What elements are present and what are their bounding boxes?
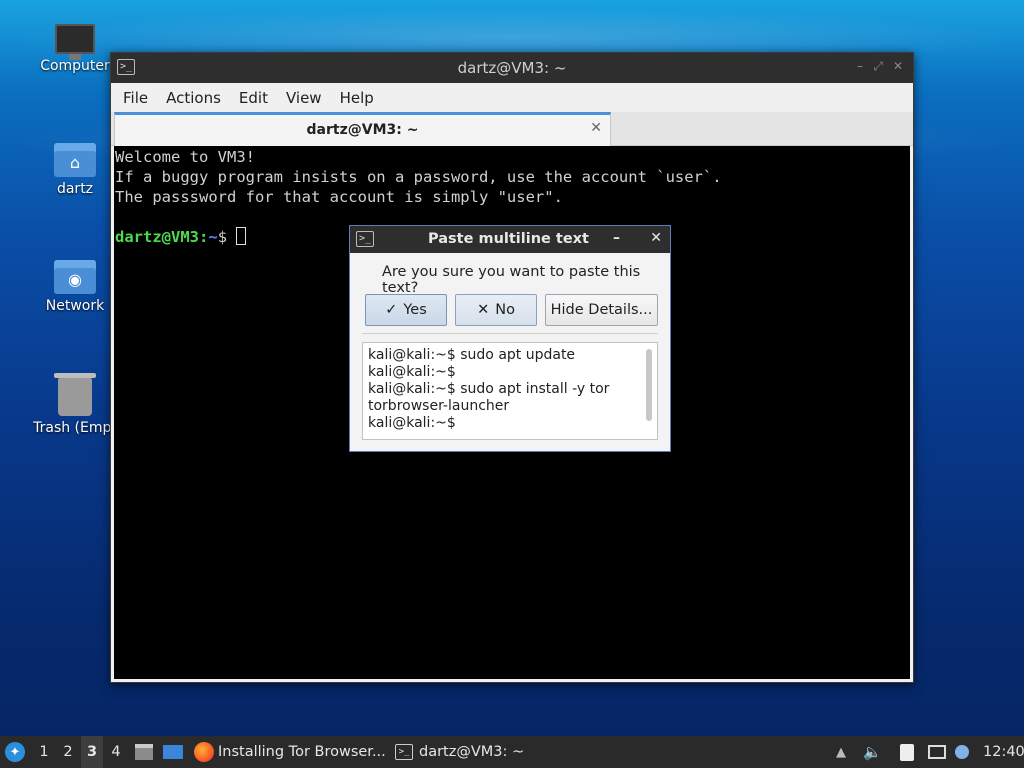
clock[interactable]: 12:40 (983, 736, 1024, 768)
hide-details-label: Hide Details... (550, 302, 653, 318)
firefox-icon (194, 742, 214, 762)
desktop-icon-network[interactable]: ◉ Network (30, 260, 120, 314)
desktop-icon-trash[interactable]: Trash (Empt (30, 373, 120, 436)
hide-details-button[interactable]: Hide Details... (545, 294, 658, 326)
prompt-separator: : (199, 228, 209, 246)
workspace-1[interactable]: 1 (33, 736, 55, 768)
clipboard-icon (900, 743, 914, 761)
tab-bar: dartz@VM3: ~ ✕ (111, 112, 913, 146)
checkmark-icon: ✓ (385, 302, 398, 318)
notification-icon (955, 745, 969, 759)
desktop-icon-label: Trash (Empt (33, 420, 117, 436)
desktop-icon-label: Computer (40, 58, 110, 74)
output-line: Welcome to VM3! (115, 148, 255, 166)
tab-close-icon[interactable]: ✕ (590, 120, 602, 136)
menu-view[interactable]: View (282, 89, 334, 107)
task-terminal[interactable]: >_ dartz@VM3: ~ (395, 736, 524, 768)
prompt-path: ~ (208, 228, 218, 246)
dialog-question: Are you sure you want to paste this text… (382, 264, 641, 296)
files-icon (135, 744, 153, 760)
tab-title: dartz@VM3: ~ (306, 122, 419, 138)
window-titlebar[interactable]: >_ dartz@VM3: ~ – ⤢ ✕ (111, 53, 913, 83)
task-tor-browser[interactable]: Installing Tor Browser... (194, 736, 386, 768)
prompt-symbol: $ (217, 228, 228, 246)
preview-line: kali@kali:~$ (368, 415, 456, 431)
prompt-user-host: dartz@VM3 (115, 228, 199, 246)
app-menu-button[interactable]: ✦ (5, 736, 25, 768)
network-icon (928, 745, 946, 759)
task-label: Installing Tor Browser... (218, 744, 386, 760)
paste-dialog: >_ Paste multiline text – ✕ Are you sure… (349, 225, 671, 452)
paste-preview-text[interactable]: kali@kali:~$ sudo apt update kali@kali:~… (362, 342, 658, 440)
maximize-icon[interactable]: ⤢ (873, 59, 883, 74)
home-folder-icon: ⌂ (54, 143, 96, 177)
close-icon[interactable]: ✕ (893, 59, 903, 73)
preview-line: kali@kali:~$ sudo apt update (368, 347, 576, 363)
network-folder-icon: ◉ (54, 260, 96, 294)
desktop-icon-home[interactable]: ⌂ dartz (30, 143, 120, 197)
desktop-icon-computer[interactable]: Computer (30, 24, 120, 74)
output-line: The passsword for that account is simply… (115, 188, 563, 206)
preview-line: kali@kali:~$ sudo apt install -y tor (368, 381, 610, 397)
tray-volume[interactable]: 🔈 (863, 736, 882, 768)
taskbar: ✦ 1 2 3 4 Installing Tor Browser... >_ d… (0, 736, 1024, 768)
terminal-tab[interactable]: dartz@VM3: ~ ✕ (114, 112, 611, 146)
output-line: If a buggy program insists on a password… (115, 168, 722, 186)
workspace-2[interactable]: 2 (57, 736, 79, 768)
preview-line: torbrowser-launcher (368, 398, 510, 414)
tray-updates[interactable]: ▲ (836, 736, 846, 768)
menu-actions[interactable]: Actions (162, 89, 233, 107)
desktop-icon (163, 745, 183, 759)
desktop-icon-label: Network (45, 298, 105, 314)
dialog-title: Paste multiline text (428, 231, 589, 247)
dialog-divider (362, 333, 658, 334)
terminal-icon: >_ (356, 231, 374, 247)
terminal-icon: >_ (395, 744, 413, 760)
task-label: dartz@VM3: ~ (419, 744, 525, 760)
file-manager-launcher[interactable] (135, 736, 153, 768)
kali-logo-icon: ✦ (5, 742, 25, 762)
no-label: No (495, 302, 515, 318)
workspace-3[interactable]: 3 (81, 736, 103, 768)
desktop-icon-label: dartz (56, 181, 94, 197)
speaker-icon: 🔈 (863, 743, 882, 761)
workspace-4[interactable]: 4 (105, 736, 127, 768)
preview-line: kali@kali:~$ (368, 364, 456, 380)
close-icon[interactable]: ✕ (650, 230, 662, 246)
text-cursor (236, 227, 247, 245)
menu-help[interactable]: Help (336, 89, 386, 107)
window-title: dartz@VM3: ~ (457, 59, 567, 77)
no-button[interactable]: ✕ No (455, 294, 537, 326)
minimize-icon[interactable]: – (613, 230, 620, 246)
menu-edit[interactable]: Edit (235, 89, 280, 107)
menu-bar: File Actions Edit View Help (111, 83, 913, 112)
upload-icon: ▲ (836, 744, 846, 760)
tray-network[interactable] (928, 736, 946, 768)
computer-icon (55, 24, 95, 60)
minimize-icon[interactable]: – (857, 59, 863, 73)
show-desktop-launcher[interactable] (163, 736, 183, 768)
dialog-titlebar[interactable]: >_ Paste multiline text – ✕ (350, 226, 670, 253)
trash-icon (54, 373, 96, 416)
yes-label: Yes (403, 302, 427, 318)
tray-notifications[interactable] (955, 736, 969, 768)
tray-clipboard[interactable] (900, 736, 914, 768)
scrollbar[interactable] (646, 349, 652, 421)
menu-file[interactable]: File (119, 89, 160, 107)
yes-button[interactable]: ✓ Yes (365, 294, 447, 326)
x-icon: ✕ (477, 302, 490, 318)
